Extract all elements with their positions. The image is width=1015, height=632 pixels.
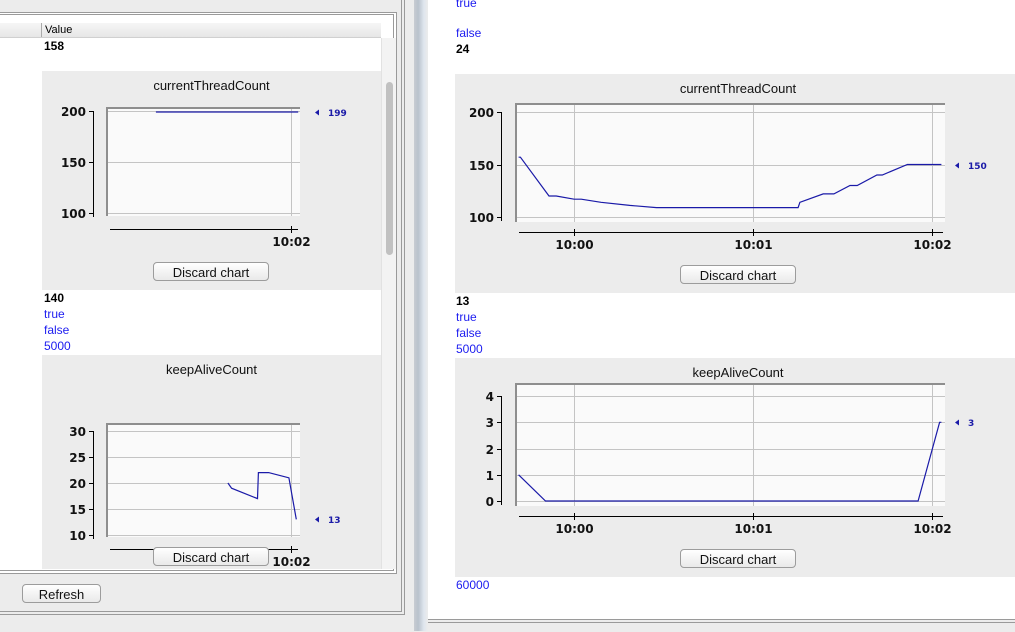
attribute-value: true xyxy=(44,306,65,322)
y-tick-label: 200 xyxy=(469,106,494,120)
right-window: true false 24 currentThreadCount 1001502… xyxy=(428,0,1015,631)
y-tick-label: 15 xyxy=(69,503,86,517)
x-tick-label: 10:01 xyxy=(734,238,772,252)
attribute-value: true xyxy=(456,309,477,325)
x-tick-label: 10:01 xyxy=(734,522,772,536)
plot-area xyxy=(106,107,300,216)
plot-area xyxy=(515,383,945,506)
y-tick-label: 100 xyxy=(61,207,86,221)
plot-area xyxy=(515,103,945,222)
last-value-label: 3 xyxy=(968,419,974,429)
chart-right-kac: 0 1 2 3 4 10:00 10:01 10:02 3 xyxy=(455,358,1015,577)
attribute-value: 24 xyxy=(456,41,469,57)
window-divider xyxy=(414,0,428,631)
discard-chart-button[interactable]: Discard chart xyxy=(680,549,796,568)
discard-chart-button[interactable]: Discard chart xyxy=(153,262,269,281)
table-header-name-column[interactable] xyxy=(0,23,42,37)
last-value-marker-icon xyxy=(955,163,959,169)
discard-chart-button[interactable]: Discard chart xyxy=(153,547,269,566)
plot-area xyxy=(106,423,300,537)
chart-panel-keep-alive-count: keepAliveCount 101520253010:0213 Discard… xyxy=(42,355,381,569)
y-tick-label: 20 xyxy=(69,477,86,491)
last-value-marker-icon xyxy=(315,110,319,116)
attribute-value: 13 xyxy=(456,293,469,309)
y-tick-label: 10 xyxy=(69,529,86,543)
table-header: Value xyxy=(0,23,381,38)
refresh-button[interactable]: Refresh xyxy=(22,584,101,603)
x-tick-label: 10:02 xyxy=(913,522,951,536)
attribute-value: 158 xyxy=(44,38,64,54)
scrollbar-thumb[interactable] xyxy=(386,82,393,255)
right-window-bottom-edge-line xyxy=(428,622,1015,623)
y-tick-label: 25 xyxy=(69,451,86,465)
last-value-label: 199 xyxy=(328,109,347,119)
y-tick-label: 150 xyxy=(469,159,494,173)
x-tick-label: 10:02 xyxy=(272,235,310,249)
attribute-value: false xyxy=(456,325,481,341)
attribute-value: 140 xyxy=(44,290,64,306)
y-tick-label: 2 xyxy=(486,443,494,457)
attribute-value: false xyxy=(44,322,69,338)
chart-panel-current-thread-count: currentThreadCount 10015020010:0010:0110… xyxy=(455,74,1015,293)
attributes-table-body: 158 currentThreadCount 10015020010:02199… xyxy=(0,38,381,569)
x-tick-label: 10:00 xyxy=(555,238,593,252)
y-tick-label: 100 xyxy=(469,211,494,225)
attribute-value: true xyxy=(456,0,477,11)
y-tick-label: 4 xyxy=(486,390,494,404)
table-header-value-column[interactable]: Value xyxy=(45,23,72,37)
x-tick-label: 10:02 xyxy=(913,238,951,252)
discard-chart-button[interactable]: Discard chart xyxy=(680,265,796,284)
last-value-marker-icon xyxy=(315,517,319,523)
chart-left-ctc: 100 150 200 10:02 199 xyxy=(42,71,381,290)
attribute-value: 5000 xyxy=(456,341,483,357)
vertical-scrollbar[interactable] xyxy=(381,38,396,569)
y-tick-label: 30 xyxy=(69,425,86,439)
x-tick-label: 10:02 xyxy=(272,555,310,569)
left-window: Value 158 currentThreadCount 10015020010… xyxy=(0,0,414,631)
attribute-value: 60000 xyxy=(456,577,489,593)
chart-panel-keep-alive-count: keepAliveCount 0123410:0010:0110:023 Dis… xyxy=(455,358,1015,577)
last-value-label: 13 xyxy=(328,516,341,526)
attribute-value: 5000 xyxy=(44,338,71,354)
x-tick-label: 10:00 xyxy=(555,522,593,536)
last-value-marker-icon xyxy=(955,420,959,426)
last-value-label: 150 xyxy=(968,162,987,172)
chart-panel-current-thread-count: currentThreadCount 10015020010:02199 Dis… xyxy=(42,71,381,290)
attribute-value: false xyxy=(456,25,481,41)
y-tick-label: 3 xyxy=(486,416,494,430)
y-tick-label: 0 xyxy=(486,495,494,509)
right-window-bottom-edge xyxy=(428,619,1015,632)
chart-right-ctc: 100 150 200 10:00 10:01 10:02 150 xyxy=(455,74,1015,293)
y-tick-label: 200 xyxy=(61,105,86,119)
y-tick-label: 1 xyxy=(486,469,494,483)
chart-left-kac: 10 15 20 25 30 10:02 13 xyxy=(42,355,381,569)
left-bottom-bar: Refresh xyxy=(0,570,401,611)
y-tick-label: 150 xyxy=(61,156,86,170)
